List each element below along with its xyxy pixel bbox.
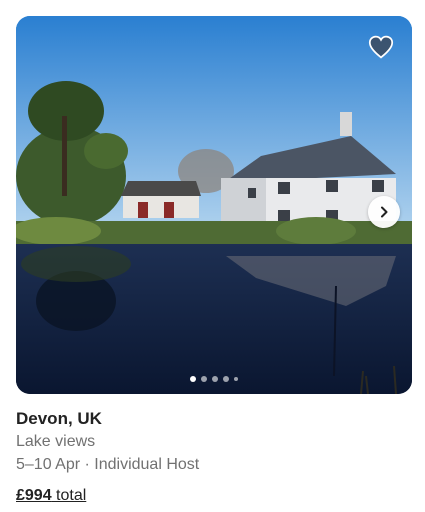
listing-card[interactable]: Devon, UK Lake views 5–10 Apr · Individu… xyxy=(16,16,412,507)
listing-photo[interactable] xyxy=(16,16,412,394)
carousel-indicator xyxy=(16,376,412,382)
price-suffix: total xyxy=(51,487,87,504)
favorite-button[interactable] xyxy=(366,32,396,62)
carousel-dot[interactable] xyxy=(234,377,238,381)
heart-icon xyxy=(368,35,394,59)
listing-info: Devon, UK Lake views 5–10 Apr · Individu… xyxy=(16,408,412,507)
listing-dates: 5–10 Apr · Individual Host xyxy=(16,456,200,473)
price-amount: £994 xyxy=(16,487,52,504)
listing-price[interactable]: £994 total xyxy=(16,485,412,507)
listing-location: Devon, UK xyxy=(16,409,102,428)
carousel-dot[interactable] xyxy=(223,376,229,382)
listing-photo-image xyxy=(16,16,412,394)
next-image-button[interactable] xyxy=(368,196,400,228)
carousel-dot[interactable] xyxy=(201,376,207,382)
chevron-right-icon xyxy=(381,206,388,218)
listing-description: Lake views xyxy=(16,433,96,450)
carousel-dot[interactable] xyxy=(212,376,218,382)
carousel-dot[interactable] xyxy=(190,376,196,382)
